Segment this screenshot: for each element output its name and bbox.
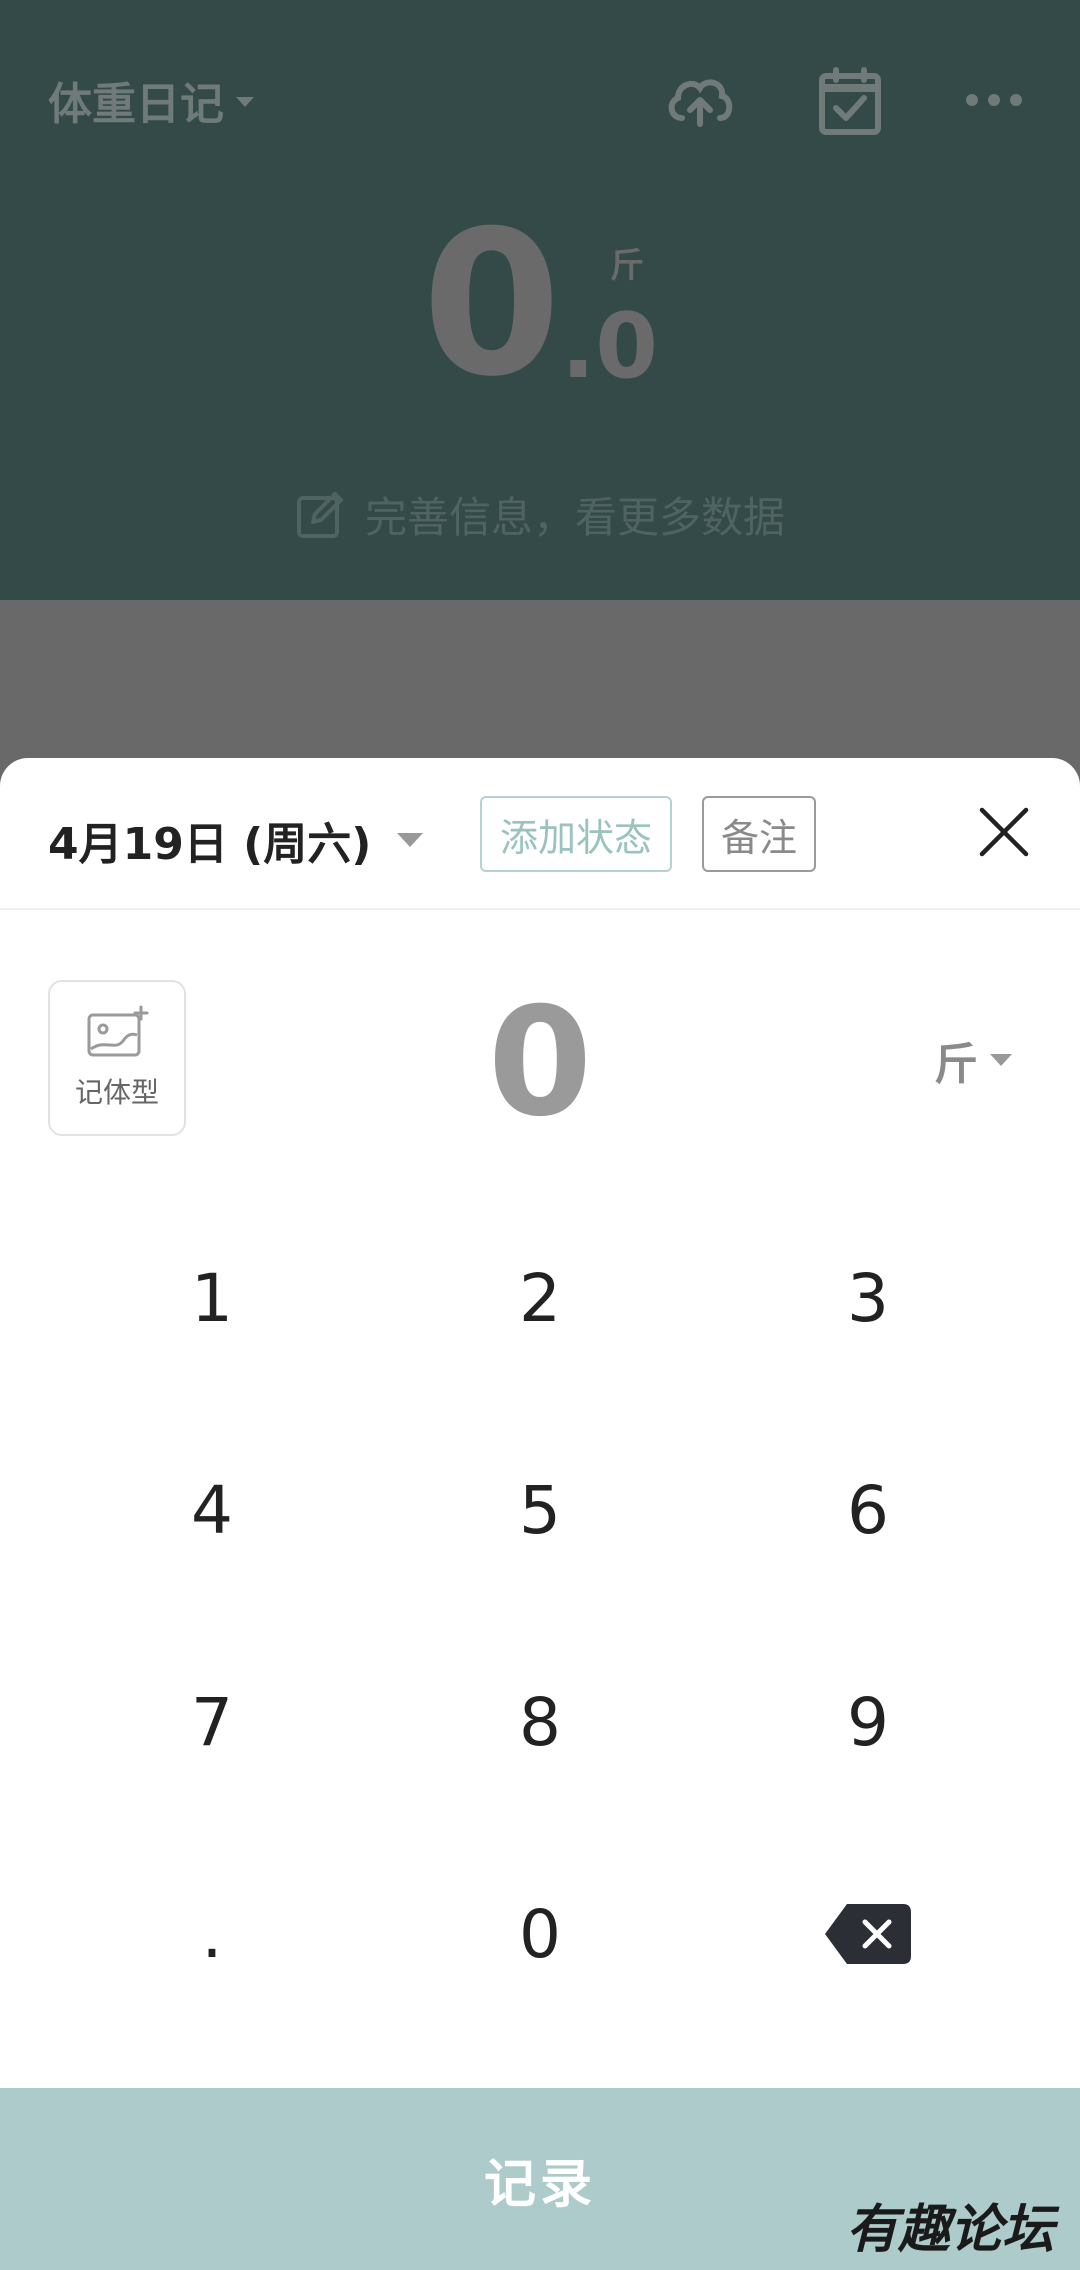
key-1[interactable]: 1 bbox=[52, 1198, 372, 1398]
key-4[interactable]: 4 bbox=[52, 1410, 372, 1610]
background-header: 体重日记 0 . 0 斤 完善信息，看更多数据 bbox=[0, 0, 1080, 600]
key-7[interactable]: 7 bbox=[52, 1622, 372, 1822]
weight-dot: . bbox=[561, 294, 596, 399]
unit-selector[interactable]: 斤 bbox=[934, 1028, 1012, 1092]
unit-label: 斤 bbox=[934, 1039, 978, 1090]
backspace-icon bbox=[825, 1904, 911, 1964]
key-5[interactable]: 5 bbox=[380, 1410, 700, 1610]
key-2[interactable]: 2 bbox=[380, 1198, 700, 1398]
date-selector[interactable]: 4月19日 (周六) bbox=[48, 808, 424, 872]
key-0[interactable]: 0 bbox=[380, 1834, 700, 2034]
cloud-upload-icon[interactable] bbox=[662, 62, 738, 138]
key-6[interactable]: 6 bbox=[708, 1410, 1028, 1610]
backspace-button[interactable] bbox=[708, 1834, 1028, 2034]
more-icon[interactable] bbox=[956, 62, 1032, 138]
sheet-header: 4月19日 (周六) 添加状态 备注 bbox=[0, 758, 1080, 910]
note-button[interactable]: 备注 bbox=[702, 796, 816, 872]
weight-integer: 0 bbox=[422, 188, 562, 421]
date-label: 4月19日 (周六) bbox=[48, 819, 372, 870]
current-weight-display: 0 . 0 bbox=[0, 188, 1080, 421]
complete-info-link[interactable]: 完善信息，看更多数据 bbox=[0, 484, 1080, 545]
key-decimal[interactable]: . bbox=[52, 1834, 372, 2034]
background-overlay bbox=[0, 600, 1080, 760]
chevron-down-icon bbox=[397, 833, 424, 847]
key-9[interactable]: 9 bbox=[708, 1622, 1028, 1822]
info-prompt-text: 完善信息，看更多数据 bbox=[364, 493, 785, 542]
app-title-dropdown[interactable]: 体重日记 bbox=[48, 68, 254, 132]
weight-unit: 斤 bbox=[610, 246, 644, 286]
weight-decimal: 0 bbox=[595, 294, 658, 399]
watermark: 有趣论坛 bbox=[845, 2199, 1054, 2260]
add-status-button[interactable]: 添加状态 bbox=[480, 796, 672, 872]
key-8[interactable]: 8 bbox=[380, 1622, 700, 1822]
chevron-down-icon bbox=[990, 1054, 1012, 1066]
close-icon[interactable] bbox=[976, 804, 1032, 860]
edit-icon bbox=[296, 491, 343, 538]
weight-entry-sheet: 4月19日 (周六) 添加状态 备注 记体型 0 斤 1 2 3 4 5 6 7… bbox=[0, 758, 1080, 2270]
weight-input-value: 0 bbox=[487, 976, 593, 1150]
app-title: 体重日记 bbox=[48, 79, 224, 130]
chevron-down-icon bbox=[236, 97, 254, 107]
calendar-check-icon[interactable] bbox=[812, 62, 888, 138]
key-3[interactable]: 3 bbox=[708, 1198, 1028, 1398]
